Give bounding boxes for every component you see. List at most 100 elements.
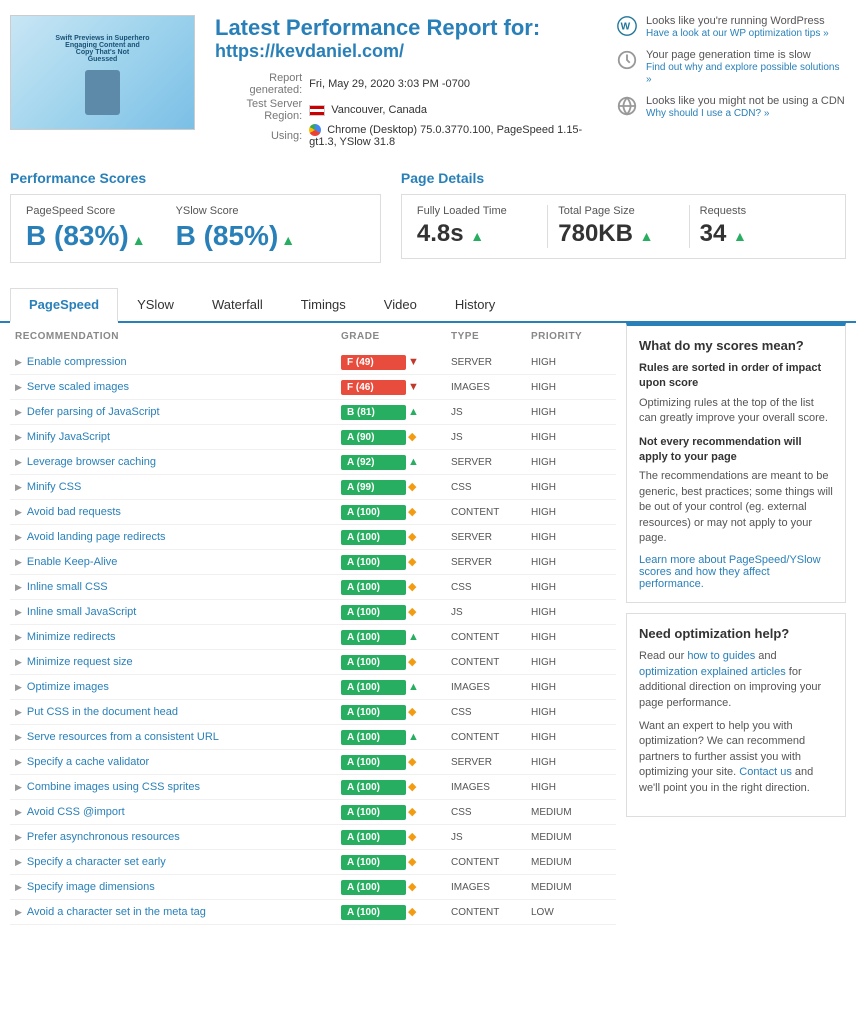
tab-waterfall[interactable]: Waterfall — [193, 288, 282, 321]
main-content: RECOMMENDATION GRADE TYPE PRIORITY ▶ Ena… — [0, 323, 856, 935]
priority-cell: HIGH — [531, 432, 611, 443]
optimization-help-box: Need optimization help? Read our how to … — [626, 613, 846, 817]
rec-name[interactable]: ▶ Put CSS in the document head — [15, 706, 341, 718]
expand-arrow-icon: ▶ — [15, 757, 22, 768]
priority-cell: MEDIUM — [531, 857, 611, 868]
grade-neutral-icon: ◆ — [408, 781, 416, 793]
rec-name[interactable]: ▶ Serve scaled images — [15, 381, 341, 393]
priority-cell: HIGH — [531, 757, 611, 768]
pagespeed-pct: (83%) — [46, 220, 128, 251]
type-cell: SERVER — [451, 557, 531, 568]
header-info: Latest Performance Report for: https://k… — [215, 15, 596, 150]
rec-name[interactable]: ▶ Combine images using CSS sprites — [15, 781, 341, 793]
grade-neutral-icon: ◆ — [408, 806, 416, 818]
tip-cdn-link[interactable]: Why should I use a CDN? » — [646, 108, 769, 119]
rec-name[interactable]: ▶ Serve resources from a consistent URL — [15, 731, 341, 743]
rec-name[interactable]: ▶ Avoid landing page redirects — [15, 531, 341, 543]
priority-cell: HIGH — [531, 632, 611, 643]
header-tips: W Looks like you're running WordPress Ha… — [616, 15, 846, 150]
table-row: ▶ Put CSS in the document head A (100)◆ … — [10, 700, 616, 725]
optimization-articles-link[interactable]: optimization explained articles — [639, 666, 786, 678]
pagespeed-label: PageSpeed Score — [26, 205, 146, 217]
type-cell: CONTENT — [451, 857, 531, 868]
tab-video[interactable]: Video — [365, 288, 436, 321]
scores-text2: The recommendations are meant to be gene… — [639, 469, 833, 546]
rec-name[interactable]: ▶ Minify JavaScript — [15, 431, 341, 443]
grade-cell: A (100)▲ — [341, 679, 451, 695]
rec-name[interactable]: ▶ Avoid CSS @import — [15, 806, 341, 818]
optimization-text2: Want an expert to help you with optimiza… — [639, 719, 833, 796]
grade-badge: A (100) — [341, 905, 406, 920]
scores-meaning-box: What do my scores mean? Rules are sorted… — [626, 323, 846, 603]
scores-highlight1: Rules are sorted in order of impact upon… — [639, 361, 833, 392]
table-row: ▶ Minify CSS A (99)◆ CSS HIGH — [10, 475, 616, 500]
report-url[interactable]: https://kevdaniel.com/ — [215, 41, 596, 62]
table-row: ▶ Inline small JavaScript A (100)◆ JS HI… — [10, 600, 616, 625]
scores-section: Performance Scores PageSpeed Score B (83… — [0, 165, 856, 273]
scores-text1: Optimizing rules at the top of the list … — [639, 396, 833, 427]
tip-slow-link[interactable]: Find out why and explore possible soluti… — [646, 62, 839, 85]
grade-badge: A (100) — [341, 855, 406, 870]
type-cell: IMAGES — [451, 382, 531, 393]
rec-name[interactable]: ▶ Enable Keep-Alive — [15, 556, 341, 568]
col-grade: GRADE — [341, 331, 451, 342]
table-row: ▶ Avoid bad requests A (100)◆ CONTENT HI… — [10, 500, 616, 525]
table-row: ▶ Defer parsing of JavaScript B (81)▲ JS… — [10, 400, 616, 425]
performance-scores: Performance Scores PageSpeed Score B (83… — [10, 170, 381, 263]
rec-name[interactable]: ▶ Specify a character set early — [15, 856, 341, 868]
rec-name[interactable]: ▶ Avoid bad requests — [15, 506, 341, 518]
scores-highlight2: Not every recommendation will apply to y… — [639, 435, 833, 466]
expand-arrow-icon: ▶ — [15, 882, 22, 893]
type-cell: JS — [451, 432, 531, 443]
tab-timings[interactable]: Timings — [282, 288, 365, 321]
yslow-value: B (85%)▲ — [176, 220, 296, 252]
rec-name[interactable]: ▶ Minify CSS — [15, 481, 341, 493]
scores-learn-more-link[interactable]: Learn more about PageSpeed/YSlow scores … — [639, 554, 821, 590]
report-title: Latest Performance Report for: — [215, 15, 596, 41]
rec-name[interactable]: ▶ Inline small CSS — [15, 581, 341, 593]
tip-wordpress: W Looks like you're running WordPress Ha… — [616, 15, 846, 39]
grade-cell: A (100)▲ — [341, 729, 451, 745]
type-cell: SERVER — [451, 757, 531, 768]
expand-arrow-icon: ▶ — [15, 382, 22, 393]
priority-cell: HIGH — [531, 707, 611, 718]
rec-name[interactable]: ▶ Inline small JavaScript — [15, 606, 341, 618]
expand-arrow-icon: ▶ — [15, 407, 22, 418]
grade-badge: A (100) — [341, 830, 406, 845]
grade-cell: B (81)▲ — [341, 404, 451, 420]
priority-cell: LOW — [531, 907, 611, 918]
tab-history[interactable]: History — [436, 288, 514, 321]
grade-badge: A (100) — [341, 655, 406, 670]
report-generated-value: Fri, May 29, 2020 3:03 PM -0700 — [309, 72, 594, 96]
rec-name[interactable]: ▶ Optimize images — [15, 681, 341, 693]
site-thumbnail: Swift Previews in SuperheroEngaging Cont… — [10, 15, 195, 130]
table-row: ▶ Minify JavaScript A (90)◆ JS HIGH — [10, 425, 616, 450]
rec-name[interactable]: ▶ Specify image dimensions — [15, 881, 341, 893]
globe-icon — [616, 95, 638, 117]
rec-name[interactable]: ▶ Defer parsing of JavaScript — [15, 406, 341, 418]
grade-neutral-icon: ◆ — [408, 856, 416, 868]
how-to-guides-link[interactable]: how to guides — [687, 650, 755, 662]
type-cell: CSS — [451, 482, 531, 493]
table-row: ▶ Minimize redirects A (100)▲ CONTENT HI… — [10, 625, 616, 650]
contact-us-link[interactable]: Contact us — [739, 766, 792, 778]
tab-pagespeed[interactable]: PageSpeed — [10, 288, 118, 323]
rec-name[interactable]: ▶ Minimize redirects — [15, 631, 341, 643]
rec-name[interactable]: ▶ Avoid a character set in the meta tag — [15, 906, 341, 918]
rec-name[interactable]: ▶ Enable compression — [15, 356, 341, 368]
priority-cell: HIGH — [531, 732, 611, 743]
rec-name[interactable]: ▶ Prefer asynchronous resources — [15, 831, 341, 843]
grade-badge: A (100) — [341, 680, 406, 695]
tab-yslow[interactable]: YSlow — [118, 288, 193, 321]
rec-name[interactable]: ▶ Specify a cache validator — [15, 756, 341, 768]
rec-name[interactable]: ▶ Leverage browser caching — [15, 456, 341, 468]
expand-arrow-icon: ▶ — [15, 907, 22, 918]
grade-neutral-icon: ◆ — [408, 656, 416, 668]
priority-cell: MEDIUM — [531, 807, 611, 818]
priority-cell: HIGH — [531, 782, 611, 793]
tip-wordpress-link[interactable]: Have a look at our WP optimization tips … — [646, 28, 829, 39]
priority-cell: HIGH — [531, 557, 611, 568]
rec-name[interactable]: ▶ Minimize request size — [15, 656, 341, 668]
tip-cdn-text: Looks like you might not be using a CDN … — [646, 95, 845, 119]
expand-arrow-icon: ▶ — [15, 357, 22, 368]
